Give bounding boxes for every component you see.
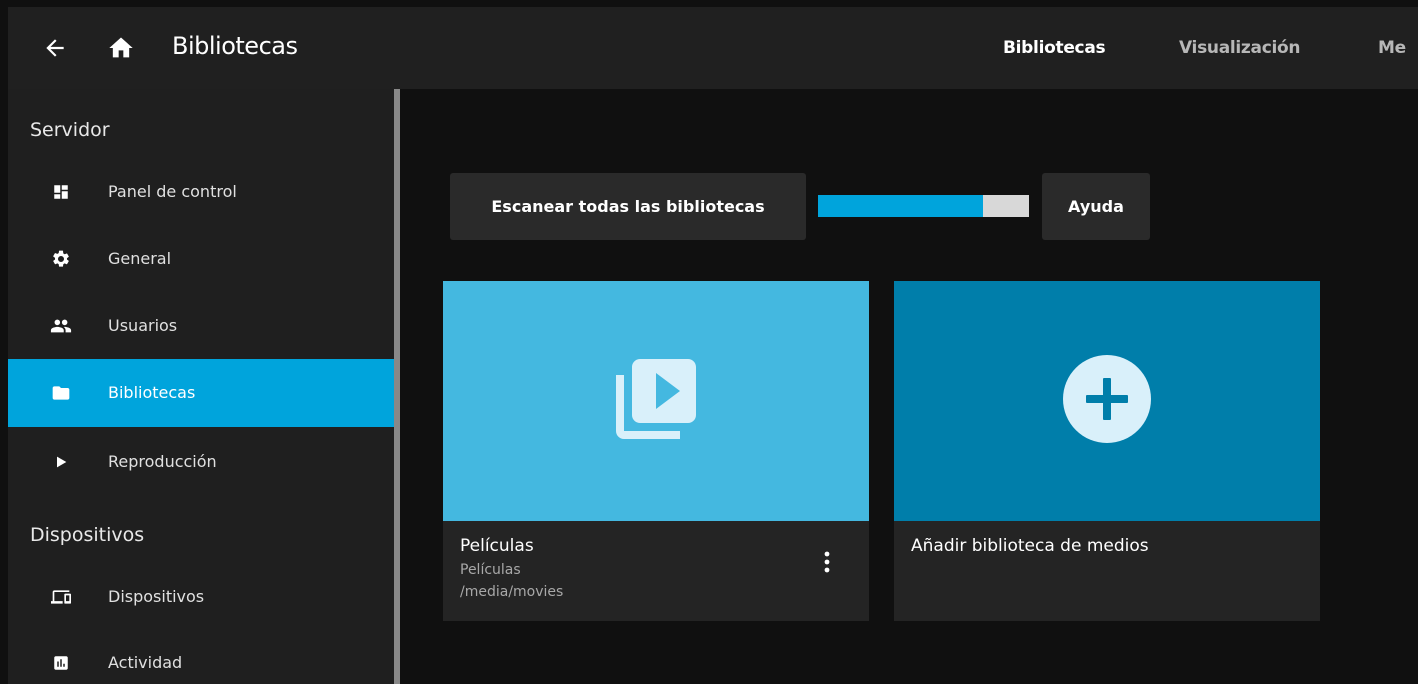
video-library-icon	[608, 351, 704, 451]
sidebar-item-bibliotecas[interactable]: Bibliotecas	[8, 359, 394, 427]
add-library-card-title: Añadir biblioteca de medios	[911, 536, 1149, 556]
dashboard-icon	[50, 181, 72, 203]
sidebar-item-label: General	[108, 249, 172, 268]
scan-progress-fill	[818, 195, 983, 217]
activity-icon	[50, 652, 72, 674]
library-card-image[interactable]	[443, 281, 869, 521]
help-button[interactable]: Ayuda	[1042, 173, 1150, 240]
sidebar-item-label: Dispositivos	[108, 587, 205, 606]
add-library-card-footer: Añadir biblioteca de medios	[894, 521, 1320, 621]
sidebar-item-label: Actividad	[108, 653, 183, 672]
sidebar-item-usuarios[interactable]: Usuarios	[8, 293, 394, 359]
section-dispositivos: Dispositivos	[30, 524, 145, 546]
section-servidor: Servidor	[30, 119, 110, 141]
tab-me-truncated[interactable]: Me	[1378, 36, 1406, 60]
more-vert-icon[interactable]	[815, 547, 839, 577]
sidebar-item-general[interactable]: General	[8, 226, 394, 292]
sidebar-item-actividad[interactable]: Actividad	[8, 630, 394, 684]
sidebar-item-label: Usuarios	[108, 316, 178, 335]
add-library-card[interactable]: Añadir biblioteca de medios	[894, 281, 1320, 621]
add-circle-icon	[1062, 354, 1152, 448]
sidebar-item-label: Bibliotecas	[108, 383, 196, 402]
home-icon[interactable]	[104, 31, 138, 65]
sidebar-item-dispositivos[interactable]: Dispositivos	[8, 564, 394, 630]
sidebar-item-label: Panel de control	[108, 182, 237, 201]
library-card-path: /media/movies	[460, 584, 564, 600]
page-title: Bibliotecas	[172, 32, 298, 60]
gear-icon	[50, 248, 72, 270]
devices-icon	[50, 586, 72, 608]
play-icon	[50, 451, 72, 473]
sidebar-item-panel-de-control[interactable]: Panel de control	[8, 159, 394, 225]
users-icon	[50, 315, 72, 337]
arrow-back-icon[interactable]	[38, 31, 72, 65]
scan-progress-bar	[818, 195, 1029, 217]
folder-icon	[50, 382, 72, 404]
app-window: Bibliotecas Bibliotecas Visualización Me…	[0, 0, 1418, 684]
add-library-card-image[interactable]	[894, 281, 1320, 521]
sidebar-item-reproduccion[interactable]: Reproducción	[8, 429, 394, 495]
sidebar: Servidor Panel de control General Usuari…	[8, 89, 394, 684]
tab-bibliotecas[interactable]: Bibliotecas	[1003, 36, 1106, 60]
top-header: Bibliotecas Bibliotecas Visualización Me	[8, 7, 1418, 89]
library-card-type: Películas	[460, 562, 521, 578]
library-card-title: Películas	[460, 536, 534, 556]
library-card-peliculas[interactable]: Películas Películas /media/movies	[443, 281, 869, 621]
tab-visualizacion[interactable]: Visualización	[1179, 36, 1300, 60]
sidebar-scrollbar[interactable]	[394, 89, 400, 684]
scan-all-libraries-button[interactable]: Escanear todas las bibliotecas	[450, 173, 806, 240]
library-card-footer: Películas Películas /media/movies	[443, 521, 869, 621]
sidebar-item-label: Reproducción	[108, 452, 217, 471]
